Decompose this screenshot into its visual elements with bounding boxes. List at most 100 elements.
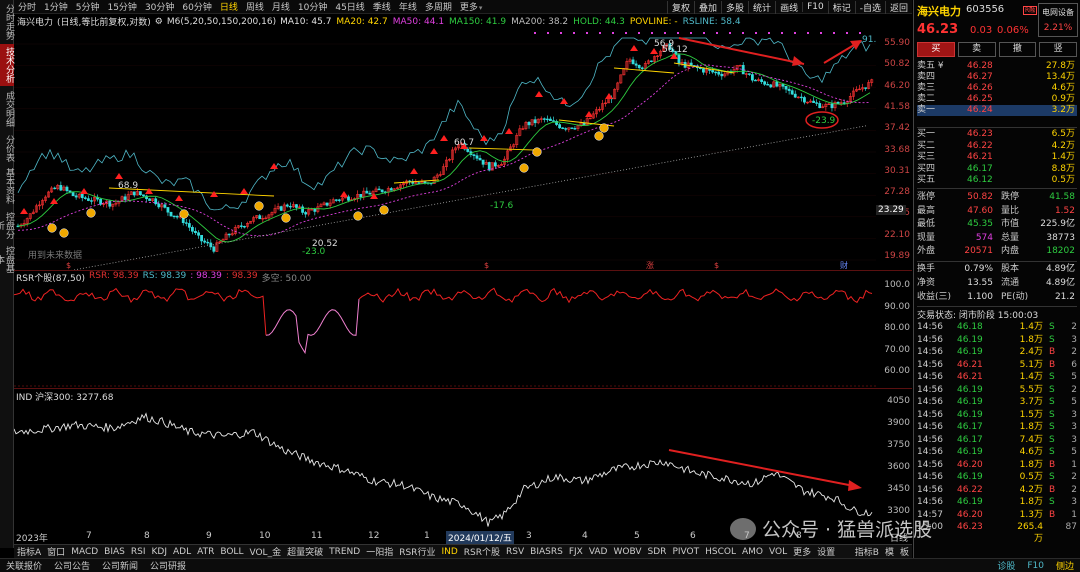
period-10[interactable]: 45日线 xyxy=(331,0,368,13)
event-flag[interactable]: $ xyxy=(484,261,489,270)
ask-row[interactable]: 卖二 46.25 0.9万 xyxy=(917,94,1077,105)
buy-signal-marker xyxy=(560,98,568,104)
left-tab-1[interactable]: 技术分析 xyxy=(0,44,14,86)
period-13[interactable]: 多周期 xyxy=(421,0,456,13)
tool-back[interactable]: 返回 xyxy=(884,0,912,14)
status-research-link[interactable]: 公司研报 xyxy=(144,559,192,572)
indicator-tab[interactable]: 设置 xyxy=(814,545,838,558)
period-8[interactable]: 月线 xyxy=(268,0,294,13)
left-tab-0[interactable]: 分时走势 xyxy=(0,2,14,42)
bid-row[interactable]: 买四 46.17 8.8万 xyxy=(917,164,1077,175)
indicator-tab[interactable]: RSR行业 xyxy=(396,545,438,558)
indicator-tab[interactable]: TREND xyxy=(326,547,363,557)
indicator-tab[interactable]: VOL_金 xyxy=(246,545,284,558)
left-tab-6[interactable]: 控盘基本 xyxy=(0,244,14,274)
ask-row[interactable]: 卖三 46.26 4.6万 xyxy=(917,83,1077,94)
vertical-button[interactable]: 竖 xyxy=(1039,42,1077,57)
status-sidebar[interactable]: 侧边 xyxy=(1050,559,1080,572)
indicator-tab[interactable]: 超量突破 xyxy=(284,545,326,558)
ask-label: 卖二 xyxy=(917,94,936,104)
indicator-tab[interactable]: VOL xyxy=(766,547,790,557)
tool-fuquan[interactable]: 复权 xyxy=(667,0,694,14)
indicator-tab[interactable]: VAD xyxy=(586,547,611,557)
buy-signal-marker xyxy=(20,208,28,214)
status-diagnose[interactable]: 诊股 xyxy=(991,559,1021,572)
indicator-tab[interactable]: WOBV xyxy=(610,547,644,557)
cancel-button[interactable]: 撤 xyxy=(998,42,1037,57)
indicator-tab[interactable]: HSCOL xyxy=(702,547,739,557)
period-0[interactable]: 分时 xyxy=(14,0,40,13)
rsr-chart[interactable] xyxy=(14,282,876,388)
status-quote-link[interactable]: 关联报价 xyxy=(0,559,48,572)
indicator-tab[interactable]: AMO xyxy=(739,547,766,557)
indicator-tab[interactable]: BIAS xyxy=(101,547,128,557)
indicator-tab[interactable]: SDR xyxy=(645,547,670,557)
period-9[interactable]: 10分钟 xyxy=(294,0,331,13)
tool-tongji[interactable]: 统计 xyxy=(748,0,775,14)
period-11[interactable]: 季线 xyxy=(369,0,395,13)
tool-diejia[interactable]: 叠加 xyxy=(694,0,721,14)
indicator-tab[interactable]: MACD xyxy=(68,547,101,557)
tick-price: 46.17 xyxy=(957,422,983,432)
m6-label[interactable]: M6(5,20,50,150,200,16) xyxy=(167,17,276,27)
indicator-tab[interactable]: BIASRS xyxy=(527,547,566,557)
period-4[interactable]: 30分钟 xyxy=(141,0,178,13)
indicator-tab[interactable]: PIVOT xyxy=(669,547,702,557)
indicator-tab[interactable]: IND xyxy=(438,547,460,557)
tool-biaoji[interactable]: 标记 xyxy=(827,0,855,14)
event-flag[interactable]: $ xyxy=(66,261,71,270)
tool-huaxian[interactable]: 画线 xyxy=(775,0,802,14)
indicator-tab[interactable]: RSI xyxy=(128,547,149,557)
bid-row[interactable]: 买二 46.22 4.2万 xyxy=(917,141,1077,152)
bid-row[interactable]: 买五 46.12 0.5万 xyxy=(917,175,1077,186)
buy-button[interactable]: 买 xyxy=(917,42,955,57)
indicator-tab[interactable]: 窗口 xyxy=(44,545,68,558)
ask-row[interactable]: 卖一 46.24 3.2万 xyxy=(917,105,1077,116)
tool-duogu[interactable]: 多股 xyxy=(721,0,748,14)
tick-price: 46.23 xyxy=(957,522,983,532)
left-tab-4[interactable]: 基本资料 xyxy=(0,166,14,206)
period-2[interactable]: 5分钟 xyxy=(72,0,104,13)
sector-box[interactable]: 电网设备 2.21% xyxy=(1038,3,1078,37)
indicator-tab-right[interactable]: 指标B xyxy=(852,545,882,558)
bid-row[interactable]: 买三 46.21 1.4万 xyxy=(917,152,1077,163)
price-axis-label: 55.90 xyxy=(884,38,910,48)
period-7[interactable]: 周线 xyxy=(242,0,268,13)
indicator-tab[interactable]: 指标A xyxy=(14,545,44,558)
indicator-tab[interactable]: ATR xyxy=(194,547,217,557)
sell-button[interactable]: 卖 xyxy=(957,42,996,57)
ask-row[interactable]: 卖五 ¥ 46.28 27.8万 xyxy=(917,61,1077,72)
indicator-tab[interactable]: RSR个股 xyxy=(461,545,503,558)
status-news-link[interactable]: 公司新闻 xyxy=(96,559,144,572)
event-flag[interactable]: 财 xyxy=(840,260,848,270)
indicator-tab[interactable]: BOLL xyxy=(217,547,246,557)
indicator-tab[interactable]: 一阳指 xyxy=(363,545,396,558)
indicator-tab[interactable]: 更多 xyxy=(790,545,814,558)
settings-icon[interactable]: ⚙ xyxy=(155,17,163,27)
indicator-tab[interactable]: FJX xyxy=(566,547,586,557)
period-1[interactable]: 1分钟 xyxy=(40,0,72,13)
period-more[interactable]: 更多 xyxy=(456,0,487,13)
left-tab-2[interactable]: 成交明细 xyxy=(0,88,14,130)
status-f10[interactable]: F10 xyxy=(1021,561,1050,571)
event-flag[interactable]: 涨 xyxy=(646,260,654,270)
indicator-tab[interactable]: RSV xyxy=(503,547,527,557)
ask-row[interactable]: 卖四 46.27 13.4万 xyxy=(917,72,1077,83)
period-5[interactable]: 60分钟 xyxy=(178,0,215,13)
bid-row[interactable]: 买一 46.23 6.5万 xyxy=(917,129,1077,140)
event-flag[interactable]: $ xyxy=(714,261,719,270)
tool-zixuan[interactable]: -自选 xyxy=(854,0,885,14)
ind-chart[interactable] xyxy=(14,400,876,530)
indicator-tab-right[interactable]: 板 xyxy=(897,545,912,558)
tool-f10[interactable]: F10 xyxy=(802,2,828,12)
left-tab-3[interactable]: 分价表 xyxy=(0,132,14,164)
kline-chart[interactable]: 56.1256.920.52-23.068.960.7-17.6-23.991.… xyxy=(14,28,876,270)
indicator-tab-right[interactable]: 模 xyxy=(882,545,897,558)
period-3[interactable]: 15分钟 xyxy=(103,0,140,13)
indicator-tab[interactable]: KDJ xyxy=(149,547,171,557)
status-announce-link[interactable]: 公司公告 xyxy=(48,559,96,572)
period-12[interactable]: 年线 xyxy=(395,0,421,13)
left-tab-5[interactable]: 控盘分析 xyxy=(0,208,14,242)
indicator-tab[interactable]: ADL xyxy=(170,547,194,557)
period-6-active[interactable]: 日线 xyxy=(216,0,242,13)
